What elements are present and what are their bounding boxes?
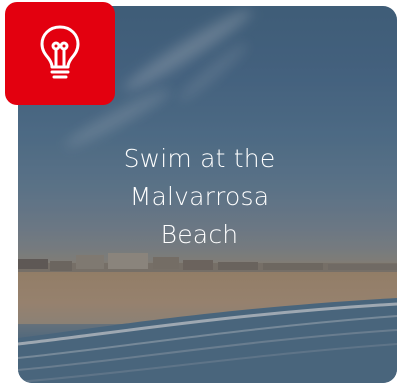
- lightbulb-icon: [40, 25, 80, 79]
- card-title-line-3: Beach: [160, 220, 239, 249]
- card-title-line-2: Malvarrosa: [129, 182, 270, 211]
- card-title: Swim at the Malvarrosa Beach: [0, 140, 399, 254]
- tip-badge: [5, 2, 115, 105]
- card-title-line-1: Swim at the: [123, 144, 276, 173]
